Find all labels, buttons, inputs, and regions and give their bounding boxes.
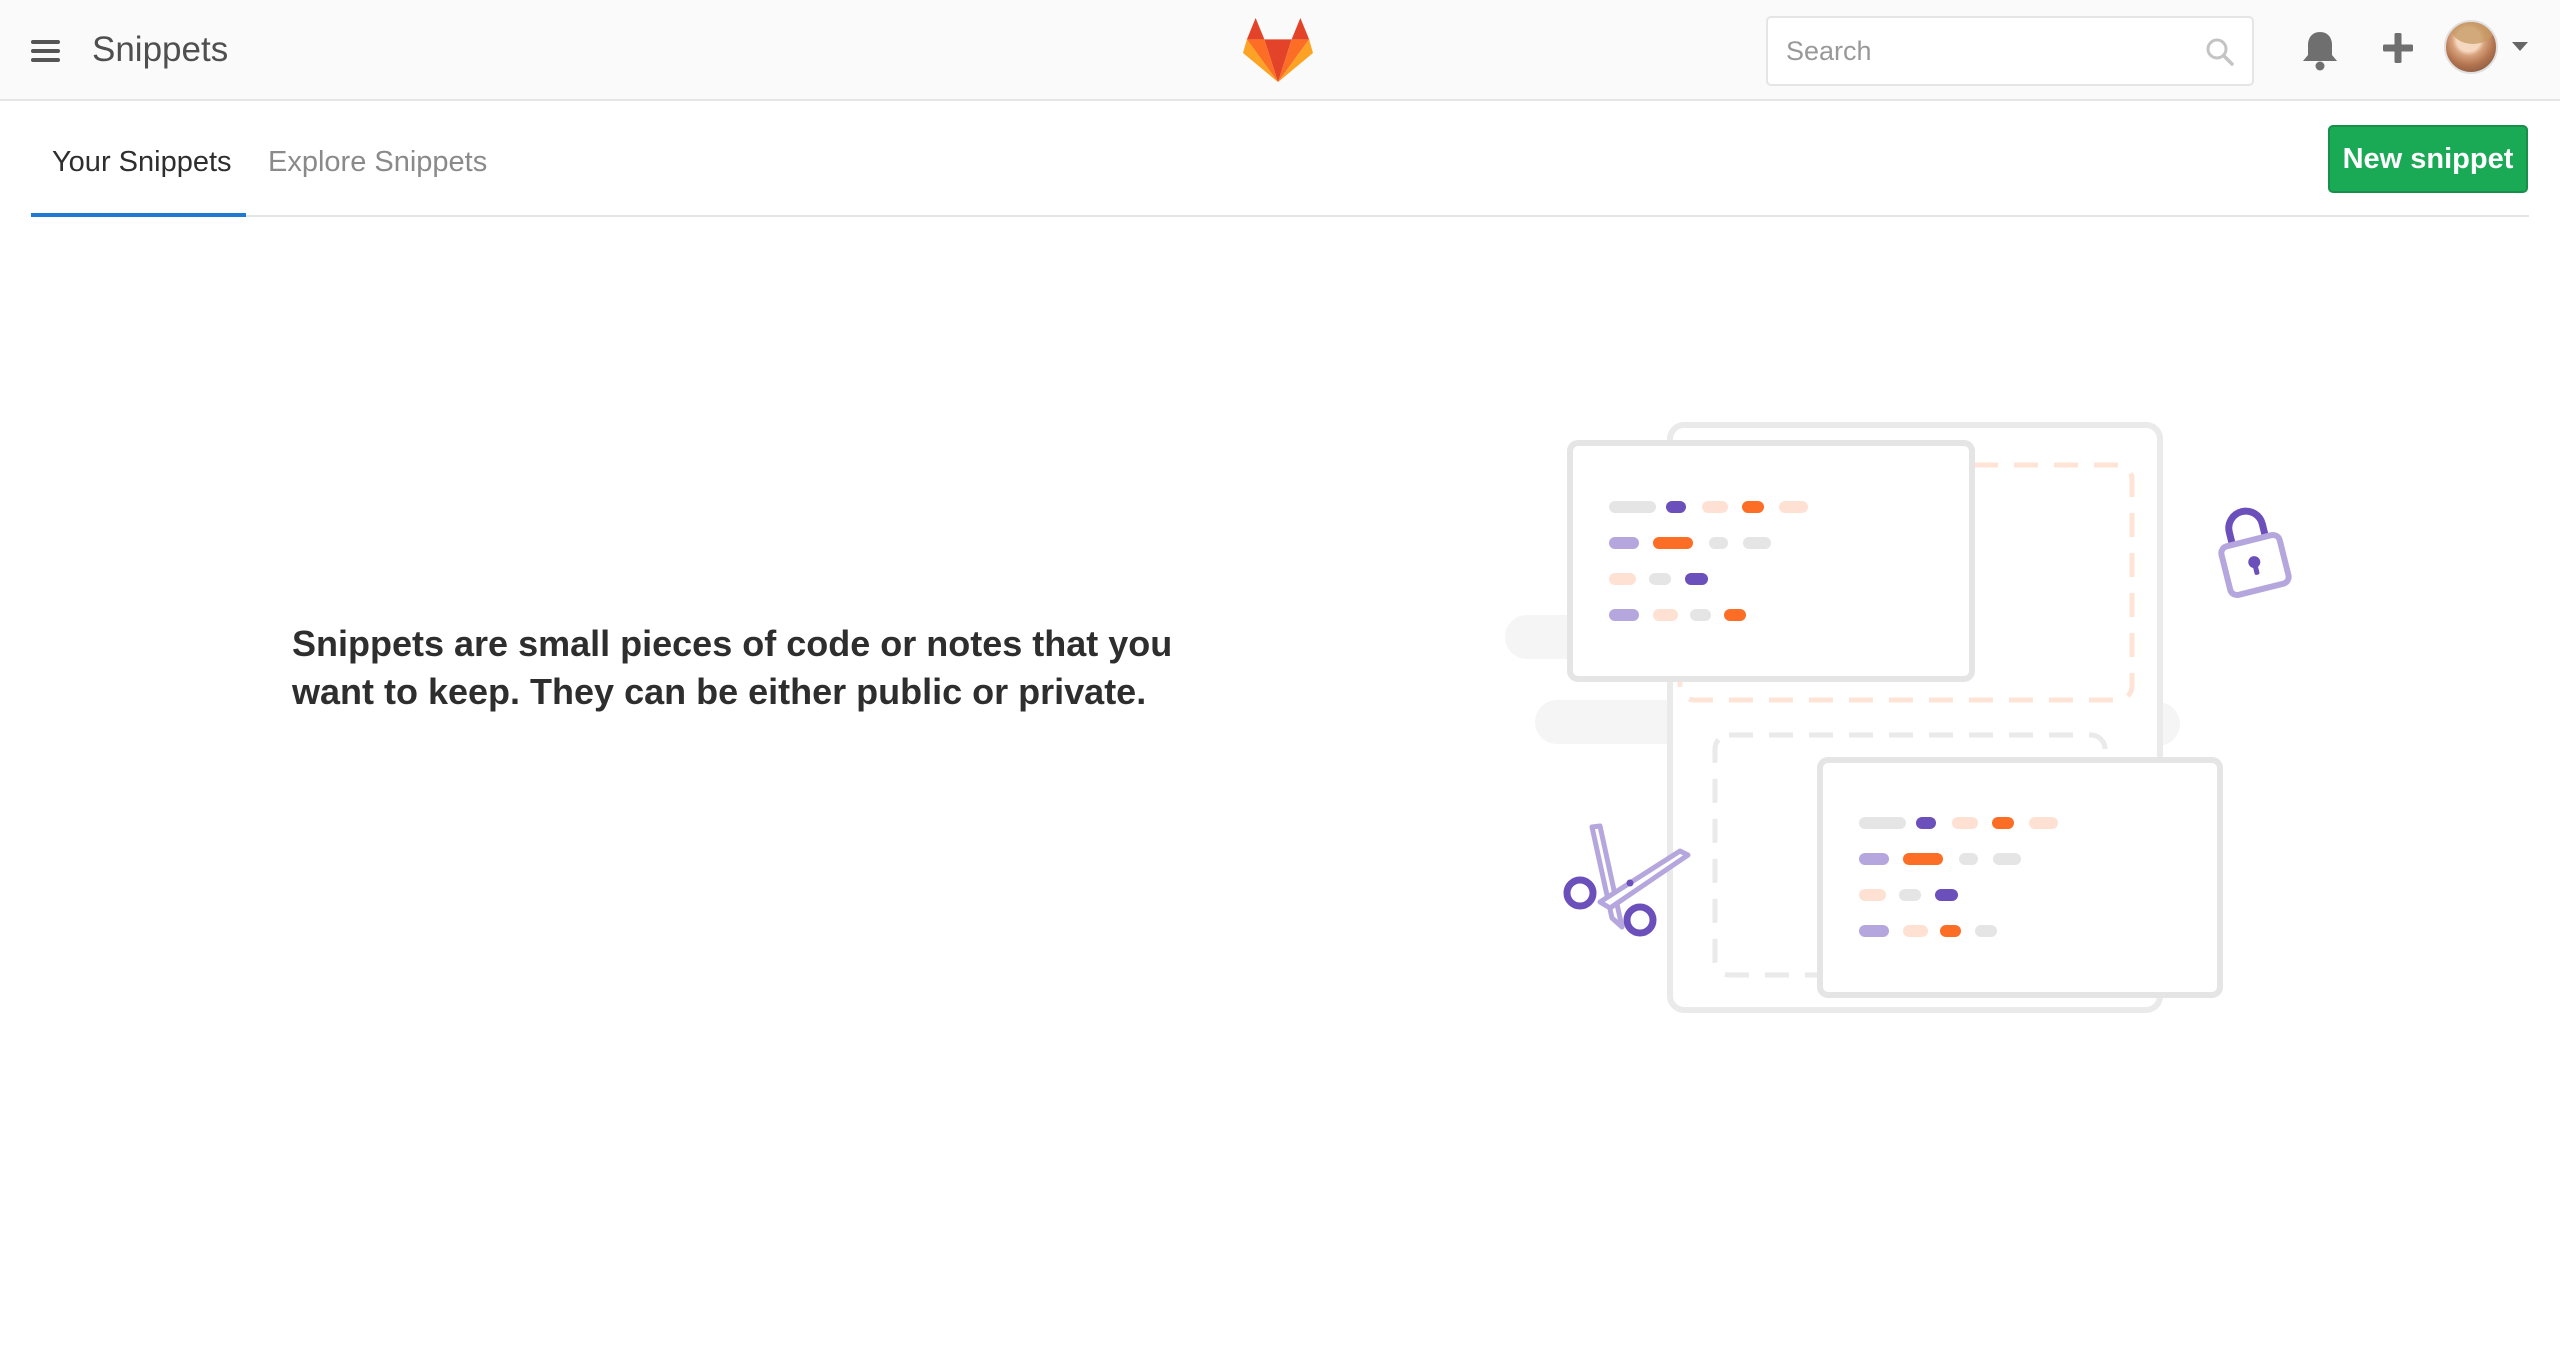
- gitlab-logo[interactable]: [1240, 16, 1316, 86]
- empty-state-message: Snippets are small pieces of code or not…: [292, 623, 1173, 712]
- tab-your-snippets[interactable]: Your Snippets: [31, 118, 246, 217]
- plus-icon[interactable]: [2380, 30, 2416, 66]
- caret-down-icon[interactable]: [2512, 42, 2528, 51]
- hamburger-menu-icon[interactable]: [28, 36, 64, 66]
- top-navbar: Snippets: [0, 0, 2560, 101]
- avatar[interactable]: [2444, 20, 2498, 74]
- code-card-top: [1567, 440, 1975, 682]
- new-snippet-button[interactable]: New snippet: [2328, 125, 2528, 193]
- page-title: Snippets: [92, 30, 229, 69]
- padlock-icon: [2218, 507, 2292, 599]
- search-box[interactable]: [1766, 16, 2254, 86]
- snippets-tabs: Your Snippets Explore Snippets: [31, 118, 2529, 217]
- bell-icon[interactable]: [2300, 28, 2340, 72]
- search-icon[interactable]: [2204, 36, 2236, 68]
- tab-explore-snippets[interactable]: Explore Snippets: [247, 118, 508, 217]
- snippets-empty-illustration: [1505, 422, 2292, 1013]
- user-menu[interactable]: [2444, 20, 2544, 76]
- code-card-bottom: [1817, 757, 2223, 998]
- search-input[interactable]: [1768, 18, 2252, 84]
